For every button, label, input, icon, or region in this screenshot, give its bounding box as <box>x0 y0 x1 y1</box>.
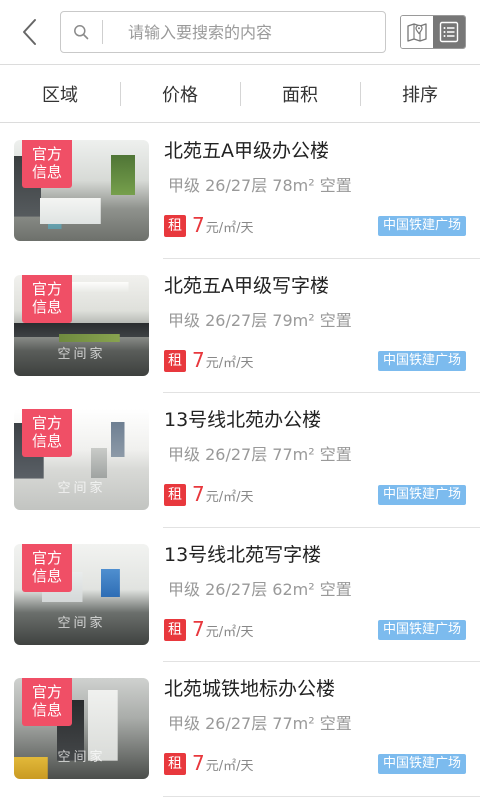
listing-item[interactable]: 官方 信息 空间家 13号线北苑写字楼 甲级 26/27层 62m² 空置 租 … <box>0 528 480 662</box>
filter-bar: 区域 价格 面积 排序 <box>0 65 480 123</box>
photo-watermark: 空间家 <box>57 750 106 765</box>
rent-badge: 租 <box>164 349 186 372</box>
badge-line: 信息 <box>31 701 62 719</box>
badge-line: 信息 <box>31 566 62 585</box>
search-input[interactable] <box>128 12 378 52</box>
listing-photo: 官方 信息 空间家 <box>14 543 149 645</box>
map-view-button[interactable] <box>401 16 433 48</box>
listing-title: 北苑城铁地标办公楼 <box>164 678 336 700</box>
filter-divider <box>120 82 121 106</box>
badge-line: 官方 <box>31 683 62 701</box>
badge-line: 信息 <box>31 297 62 316</box>
listing-details: 甲级 26/27层 79m² 空置 <box>168 310 352 330</box>
search-divider <box>102 20 103 44</box>
listing-title: 13号线北苑写字楼 <box>164 543 322 566</box>
listing-title: 13号线北苑办公楼 <box>164 409 322 431</box>
chevron-left-icon <box>23 19 36 45</box>
price-value: 7 <box>192 213 205 237</box>
top-bar <box>0 0 480 65</box>
listing-details: 甲级 26/27层 62m² 空置 <box>168 579 352 599</box>
location-tag: 中国铁建广场 <box>377 350 466 371</box>
price: 7 元/㎡/天 <box>192 347 254 373</box>
filter-divider <box>360 82 361 106</box>
badge-line: 官方 <box>31 279 62 298</box>
listing-details: 甲级 26/27层 77m² 空置 <box>168 714 352 733</box>
badge-line: 官方 <box>31 548 62 567</box>
photo-watermark: 空间家 <box>57 481 106 496</box>
filter-label: 排序 <box>402 84 438 106</box>
rent-badge: 租 <box>164 753 186 775</box>
filter-price[interactable]: 价格 <box>120 65 240 122</box>
price-unit: 元/㎡/天 <box>205 221 254 236</box>
price-value: 7 <box>192 482 205 506</box>
price-value: 7 <box>192 751 205 775</box>
listing-item[interactable]: 官方 信息 空间家 北苑五A甲级写字楼 甲级 26/27层 79m² 空置 租 … <box>0 259 480 393</box>
badge-line: 官方 <box>31 414 62 432</box>
listing-title: 北苑五A甲级办公楼 <box>164 140 329 162</box>
list-divider <box>163 795 480 797</box>
listing-item[interactable]: 官方 信息 北苑五A甲级办公楼 甲级 26/27层 78m² 空置 租 7 元/… <box>0 124 480 259</box>
price: 7 元/㎡/天 <box>192 750 254 776</box>
filter-area[interactable]: 面积 <box>240 65 360 122</box>
price-unit: 元/㎡/天 <box>205 624 254 640</box>
badge-line: 信息 <box>31 163 62 181</box>
rent-badge: 租 <box>164 484 186 506</box>
location-tag: 中国铁建广场 <box>377 619 466 640</box>
filter-label: 面积 <box>282 84 318 106</box>
search-box[interactable] <box>60 11 386 53</box>
search-icon <box>74 25 89 40</box>
rent-badge: 租 <box>164 618 186 641</box>
back-button[interactable] <box>18 17 42 47</box>
official-info-badge: 官方 信息 <box>22 409 72 457</box>
listing-details: 甲级 26/27层 77m² 空置 <box>168 445 352 464</box>
official-info-badge: 官方 信息 <box>22 678 72 726</box>
view-toggle <box>400 15 466 49</box>
badge-line: 信息 <box>31 432 62 450</box>
photo-watermark: 空间家 <box>57 615 106 631</box>
price-unit: 元/㎡/天 <box>205 759 254 774</box>
official-info-badge: 官方 信息 <box>22 543 72 592</box>
listing-item[interactable]: 官方 信息 空间家 13号线北苑办公楼 甲级 26/27层 77m² 空置 租 … <box>0 393 480 528</box>
location-tag: 中国铁建广场 <box>377 754 466 774</box>
listing-list: 官方 信息 北苑五A甲级办公楼 甲级 26/27层 78m² 空置 租 7 元/… <box>0 124 480 797</box>
price: 7 元/㎡/天 <box>192 481 254 507</box>
list-icon <box>439 21 459 43</box>
rent-badge: 租 <box>164 215 186 237</box>
location-tag: 中国铁建广场 <box>377 216 466 236</box>
listing-details: 甲级 26/27层 78m² 空置 <box>168 176 352 195</box>
listing-title: 北苑五A甲级写字楼 <box>164 274 329 297</box>
map-icon <box>407 23 427 42</box>
official-info-badge: 官方 信息 <box>22 274 72 323</box>
price-value: 7 <box>192 616 205 641</box>
list-view-button[interactable] <box>433 16 465 48</box>
filter-label: 价格 <box>162 84 198 106</box>
price-unit: 元/㎡/天 <box>205 355 254 371</box>
listing-photo: 官方 信息 <box>14 140 149 241</box>
official-info-badge: 官方 信息 <box>22 140 72 188</box>
listing-photo: 官方 信息 空间家 <box>14 678 149 779</box>
listing-photo: 官方 信息 空间家 <box>14 274 149 376</box>
badge-line: 官方 <box>31 145 62 163</box>
filter-divider <box>240 82 241 106</box>
price-unit: 元/㎡/天 <box>205 490 254 505</box>
filter-region[interactable]: 区域 <box>0 65 120 122</box>
listing-photo: 官方 信息 空间家 <box>14 409 149 510</box>
location-tag: 中国铁建广场 <box>377 485 466 505</box>
photo-watermark: 空间家 <box>57 346 106 362</box>
price: 7 元/㎡/天 <box>192 212 254 238</box>
filter-label: 区域 <box>42 84 78 106</box>
filter-sort[interactable]: 排序 <box>360 65 480 122</box>
price-value: 7 <box>192 347 205 372</box>
price: 7 元/㎡/天 <box>192 616 254 642</box>
listing-item[interactable]: 官方 信息 空间家 北苑城铁地标办公楼 甲级 26/27层 77m² 空置 租 … <box>0 662 480 797</box>
